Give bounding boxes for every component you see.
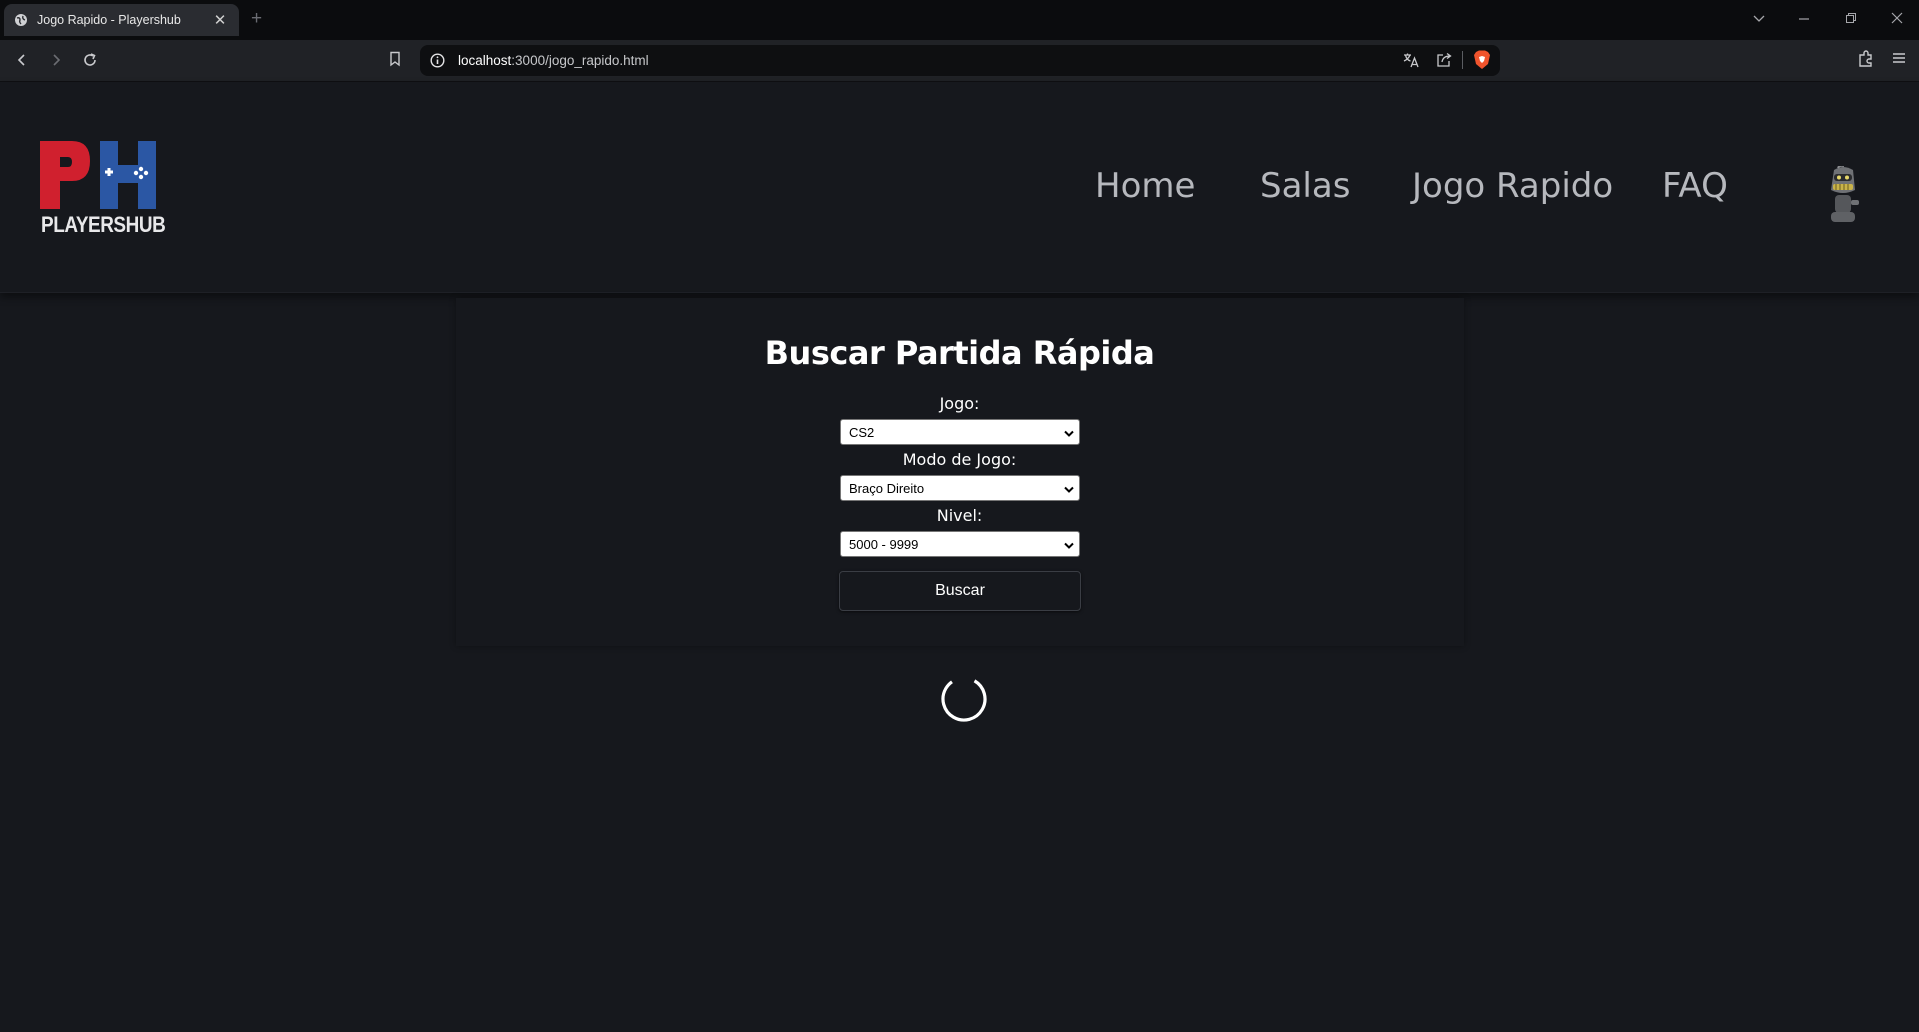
brave-shields-icon[interactable]	[1473, 50, 1491, 75]
loading-spinner-icon	[940, 675, 988, 723]
translate-icon[interactable]	[1402, 52, 1420, 74]
menu-icon[interactable]	[1891, 50, 1907, 71]
browser-tab-strip: Jogo Rapido - Playershub ✕ +	[0, 0, 1919, 40]
extensions-icon[interactable]	[1857, 50, 1875, 73]
mode-label: Modo de Jogo:	[902, 450, 1017, 469]
nav-home[interactable]: Home	[1095, 166, 1195, 206]
close-window-icon[interactable]	[1891, 11, 1903, 27]
browser-toolbar: localhost:3000/jogo_rapido.html	[0, 40, 1919, 82]
nav-jogo-rapido[interactable]: Jogo Rapido	[1412, 166, 1613, 206]
playershub-logo[interactable]: PLAYERSHUB	[38, 139, 166, 237]
chevron-down-icon	[1063, 483, 1075, 498]
forward-icon[interactable]	[46, 50, 66, 70]
game-select[interactable]: CS2	[840, 419, 1080, 445]
minimize-icon[interactable]	[1798, 11, 1810, 27]
address-bar[interactable]: localhost:3000/jogo_rapido.html	[420, 45, 1500, 76]
globe-icon	[14, 13, 28, 27]
url-host: localhost	[458, 53, 512, 68]
game-label: Jogo:	[939, 394, 980, 413]
chevron-down-icon	[1063, 539, 1075, 554]
game-select-value: CS2	[849, 425, 875, 440]
back-icon[interactable]	[12, 50, 32, 70]
tab-title: Jogo Rapido - Playershub	[37, 13, 181, 27]
bookmark-icon[interactable]	[388, 51, 402, 72]
mode-select-value: Braço Direito	[849, 481, 925, 496]
level-label: Nivel:	[936, 506, 983, 525]
omnibox-divider	[1462, 51, 1463, 69]
site-header: PLAYERSHUB Home Salas Jogo Rapido FAQ	[0, 82, 1919, 293]
tab-close-icon[interactable]: ✕	[211, 11, 229, 29]
page-title: Buscar Partida Rápida	[764, 334, 1155, 372]
site-info-icon[interactable]	[430, 53, 445, 73]
search-button[interactable]: Buscar	[839, 571, 1081, 611]
user-avatar[interactable]	[1822, 164, 1864, 226]
reload-icon[interactable]	[80, 50, 100, 70]
new-tab-icon[interactable]: +	[251, 9, 262, 29]
share-icon[interactable]	[1436, 52, 1453, 73]
url-path: :3000/jogo_rapido.html	[511, 53, 649, 68]
level-select-value: 5000 - 9999	[849, 537, 919, 552]
restore-icon[interactable]	[1845, 11, 1857, 27]
browser-tab[interactable]: Jogo Rapido - Playershub ✕	[4, 4, 239, 36]
nav-salas[interactable]: Salas	[1260, 166, 1350, 206]
chevron-down-icon	[1063, 427, 1075, 442]
tab-search-icon[interactable]	[1752, 11, 1766, 27]
logo-text: PLAYERSHUB	[41, 212, 166, 237]
level-select[interactable]: 5000 - 9999	[840, 531, 1080, 557]
mode-select[interactable]: Braço Direito	[840, 475, 1080, 501]
url-text: localhost:3000/jogo_rapido.html	[458, 53, 649, 68]
nav-faq[interactable]: FAQ	[1662, 166, 1728, 206]
